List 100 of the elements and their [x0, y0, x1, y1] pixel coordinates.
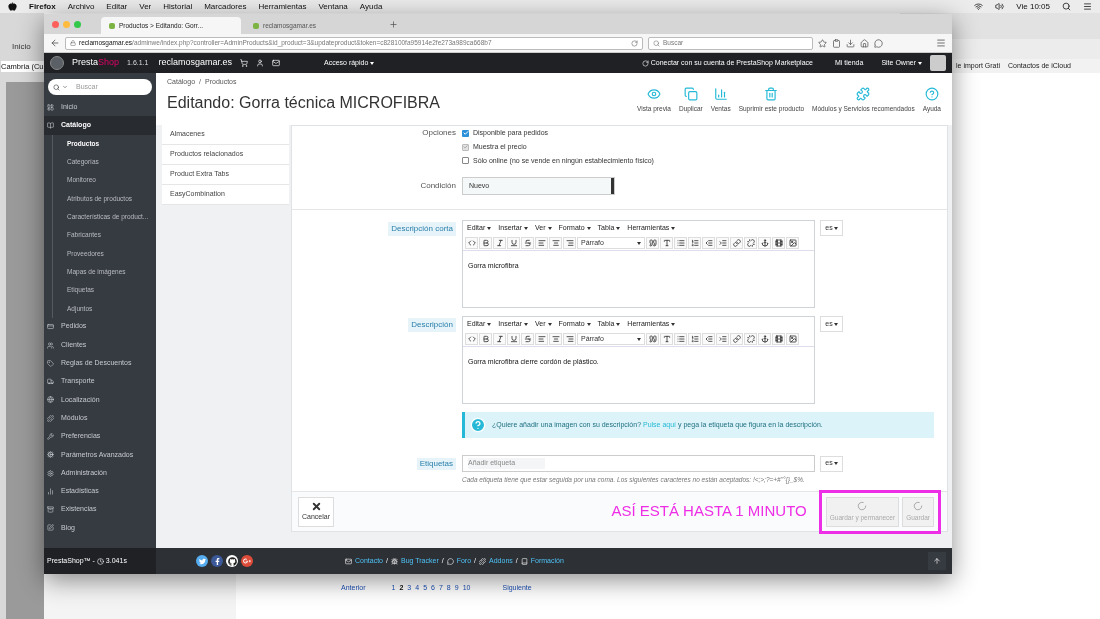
bug-icon — [391, 557, 398, 565]
new-tab-icon[interactable] — [389, 19, 398, 29]
checkbox[interactable] — [462, 157, 469, 165]
wifi-icon[interactable] — [974, 2, 984, 11]
apple-icon[interactable] — [8, 2, 17, 11]
clock: Vie 10:05 — [1016, 0, 1050, 13]
chat-icon — [446, 557, 454, 565]
field-label: Condición — [420, 180, 456, 192]
menu-item[interactable]: Historial — [163, 0, 193, 13]
italic-icon — [495, 239, 504, 247]
menu-item[interactable]: Marcadores — [204, 0, 247, 13]
twitter-icon[interactable] — [196, 555, 208, 567]
field-label: Etiquetas — [416, 457, 456, 470]
toolbar-button[interactable] — [772, 333, 785, 345]
toolbar-button[interactable] — [660, 237, 673, 249]
mail-icon[interactable] — [272, 59, 280, 67]
clipboard-icon[interactable] — [832, 38, 841, 48]
underline-icon — [509, 239, 518, 247]
toolbar-button[interactable] — [535, 237, 548, 249]
truck-icon — [47, 378, 54, 386]
indent-icon — [718, 335, 727, 343]
toolbar-button[interactable] — [744, 237, 757, 249]
help-icon — [470, 417, 486, 433]
toolbar-button[interactable] — [521, 237, 534, 249]
chat-icon[interactable] — [874, 38, 883, 48]
toolbar-button[interactable] — [758, 333, 771, 345]
italic-icon — [495, 335, 504, 343]
anchor-icon — [760, 335, 769, 343]
user-icon[interactable] — [256, 59, 264, 67]
cart-icon[interactable] — [240, 59, 248, 67]
app-menu[interactable]: Firefox — [29, 0, 56, 13]
code-icon — [467, 239, 476, 247]
menu-item[interactable]: Editar — [106, 0, 128, 13]
spinner-icon — [913, 500, 924, 511]
tab-label: Inicio — [11, 41, 32, 53]
dashboard-icon — [47, 103, 54, 111]
toolbar-button[interactable] — [758, 237, 771, 249]
toolbar-button[interactable] — [563, 333, 576, 345]
close-icon — [310, 500, 322, 512]
toolbar-button[interactable] — [674, 237, 687, 249]
download-icon[interactable] — [846, 38, 855, 48]
toolbar-button[interactable] — [716, 237, 729, 249]
bar-chart-icon — [47, 487, 54, 495]
toolbar-button[interactable] — [702, 237, 715, 249]
toolbar-button[interactable] — [646, 237, 659, 249]
toolbar-button[interactable] — [563, 237, 576, 249]
trash-icon — [764, 87, 779, 101]
toolbar-button[interactable] — [688, 333, 701, 345]
field-label: Descripción — [408, 318, 456, 332]
connect-icon — [641, 59, 649, 67]
quote-icon — [648, 335, 657, 343]
toolbar-button[interactable] — [646, 333, 659, 345]
arrow-up-icon — [933, 557, 941, 565]
toolbar-button[interactable] — [507, 237, 520, 249]
menu-item[interactable]: Herramientas — [258, 0, 307, 13]
puzzle-icon — [856, 87, 871, 101]
toolbar-button[interactable] — [772, 237, 785, 249]
volume-icon[interactable] — [995, 2, 1005, 11]
menu-item[interactable]: Ver — [139, 0, 152, 13]
bookmark-star-icon[interactable] — [818, 38, 827, 48]
google-plus-icon[interactable] — [241, 555, 253, 567]
toolbar-button[interactable] — [744, 333, 757, 345]
toolbar-button[interactable] — [702, 333, 715, 345]
toolbar-button[interactable] — [535, 333, 548, 345]
toolbar-button[interactable] — [549, 333, 562, 345]
shop-name[interactable]: reclamosgamar.es — [158, 56, 232, 70]
search-icon — [53, 83, 60, 91]
toolbar-button[interactable] — [507, 333, 520, 345]
facebook-icon[interactable] — [211, 555, 223, 567]
back-icon[interactable] — [50, 38, 60, 48]
copy-icon — [683, 87, 698, 101]
menu-item[interactable]: Archivo — [67, 0, 95, 13]
menu-item[interactable]: Ayuda — [359, 0, 383, 13]
align-center-icon — [551, 239, 560, 247]
caret-icon — [62, 84, 68, 90]
puzzle-icon — [479, 557, 487, 565]
toolbar-button[interactable] — [479, 237, 492, 249]
edit-icon — [47, 524, 54, 532]
toolbar-button[interactable] — [716, 333, 729, 345]
toolbar-button[interactable] — [493, 333, 506, 345]
scroll-top-button[interactable] — [928, 552, 946, 570]
toolbar-button[interactable] — [786, 333, 799, 345]
search-icon[interactable] — [1062, 2, 1071, 11]
toolbar-button[interactable] — [479, 333, 492, 345]
toolbar-button[interactable] — [521, 333, 534, 345]
bar-chart-icon — [713, 87, 728, 101]
menu-icon[interactable] — [1083, 2, 1092, 11]
menu-item[interactable]: Ventana — [318, 0, 348, 13]
text-color-icon — [662, 239, 671, 247]
toolbar-button[interactable] — [493, 237, 506, 249]
toolbar-button[interactable] — [786, 237, 799, 249]
lock-icon — [70, 40, 76, 46]
home-icon[interactable] — [860, 38, 869, 48]
checkbox[interactable] — [462, 129, 469, 137]
toolbar-button[interactable] — [549, 237, 562, 249]
toolbar-button[interactable] — [660, 333, 673, 345]
underline-icon — [509, 335, 518, 343]
toolbar-button[interactable] — [688, 237, 701, 249]
github-icon[interactable] — [226, 555, 238, 567]
toolbar-button[interactable] — [674, 333, 687, 345]
